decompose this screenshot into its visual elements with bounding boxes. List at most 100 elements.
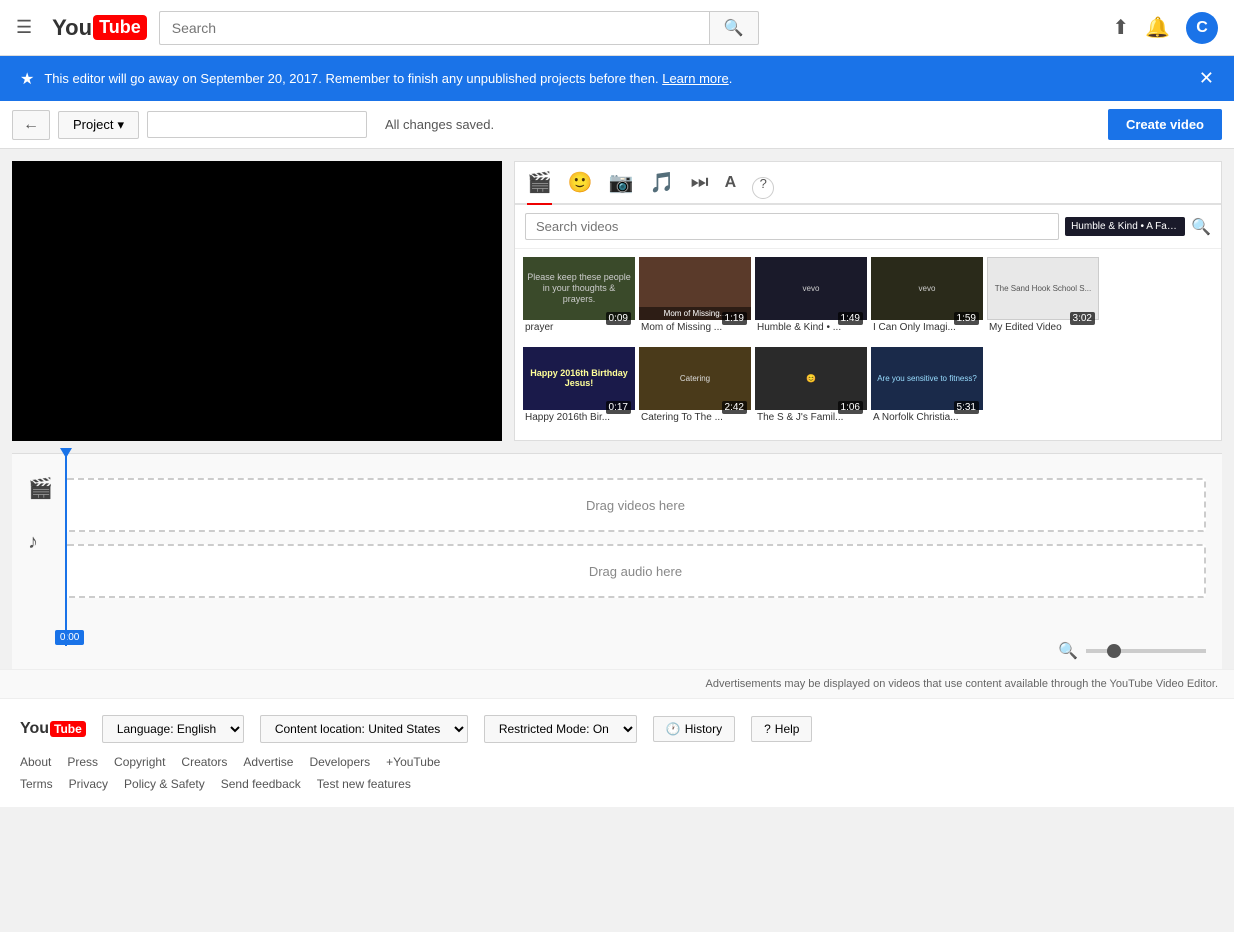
- footer-link-test-features[interactable]: Test new features: [317, 777, 411, 791]
- editor-banner: ★ This editor will go away on September …: [0, 56, 1234, 101]
- panel-tabs: 🎬 🙂 📷 🎵 ⏭ A ?: [515, 162, 1221, 205]
- editor-toolbar: ← Project ▾ All changes saved. Create vi…: [0, 101, 1234, 149]
- content-location-select[interactable]: Content location: United States: [260, 715, 468, 743]
- footer-logo[interactable]: YouTube: [20, 720, 86, 738]
- video-search-input[interactable]: [525, 213, 1059, 240]
- panel-search-button[interactable]: 🔍: [1191, 217, 1211, 237]
- panel-search-row: Humble & Kind • A Father's Day Special 🔍: [515, 205, 1221, 249]
- video-duration: 1:19: [722, 312, 747, 325]
- upload-icon[interactable]: ⬆: [1112, 15, 1129, 40]
- videos-grid: Please keep these people in your thought…: [515, 249, 1221, 440]
- cursor-head: [60, 448, 72, 458]
- footer-link-advertise[interactable]: Advertise: [243, 755, 293, 769]
- footer-link-terms[interactable]: Terms: [20, 777, 53, 791]
- tab-text[interactable]: A: [725, 174, 737, 202]
- video-duration: 0:17: [606, 401, 631, 414]
- timeline-tracks: Drag videos here Drag audio here 0:00: [65, 466, 1206, 621]
- video-duration: 1:49: [838, 312, 863, 325]
- footer-link-youtube-plus[interactable]: +YouTube: [386, 755, 440, 769]
- video-duration: 0:09: [606, 312, 631, 325]
- video-thumb-mom[interactable]: Mom of Missing... 1:19 Mom of Missing ..…: [639, 257, 751, 343]
- video-thumb-prayer[interactable]: Please keep these people in your thought…: [523, 257, 635, 343]
- media-panel: 🎬 🙂 📷 🎵 ⏭ A ? Humble & Kind • A Father's…: [514, 161, 1222, 441]
- ad-text: Advertisements may be displayed on video…: [0, 669, 1234, 698]
- tab-transition[interactable]: ⏭: [691, 171, 709, 204]
- video-duration: 3:02: [1070, 312, 1095, 325]
- footer-link-about[interactable]: About: [20, 755, 51, 769]
- header: ☰ YouTube 🔍 ⬆ 🔔 C: [0, 0, 1234, 56]
- header-right: ⬆ 🔔 C: [1112, 12, 1218, 44]
- video-thumb-sj[interactable]: 😊 1:06 The S & J's Famil...: [755, 347, 867, 433]
- zoom-slider[interactable]: [1086, 649, 1206, 653]
- video-preview: [12, 161, 502, 441]
- search-bar: 🔍: [159, 11, 759, 45]
- video-duration: 5:31: [954, 401, 979, 414]
- help-icon: ?: [764, 722, 771, 736]
- tab-help[interactable]: ?: [752, 177, 774, 199]
- footer-link-press[interactable]: Press: [67, 755, 98, 769]
- featured-video-label: Humble & Kind • A Father's Day Special: [1065, 217, 1185, 236]
- search-input[interactable]: [159, 11, 709, 45]
- timeline-cursor: [65, 456, 67, 646]
- zoom-icon: 🔍: [1058, 641, 1078, 661]
- footer-link-creators[interactable]: Creators: [181, 755, 227, 769]
- footer-links: About Press Copyright Creators Advertise…: [20, 755, 1214, 769]
- video-thumb-catering[interactable]: Catering 2:42 Catering To The ...: [639, 347, 751, 433]
- youtube-logo[interactable]: YouTube: [52, 15, 147, 41]
- drag-videos-label: Drag videos here: [586, 498, 685, 513]
- bell-icon[interactable]: 🔔: [1145, 15, 1170, 40]
- video-track-icon: 🎬: [28, 476, 53, 501]
- close-banner-button[interactable]: ✕: [1199, 68, 1214, 89]
- video-track[interactable]: Drag videos here: [65, 478, 1206, 532]
- banner-text: This editor will go away on September 20…: [44, 71, 1189, 86]
- video-thumb-happy[interactable]: Happy 2016th Birthday Jesus! 0:17 Happy …: [523, 347, 635, 433]
- project-name-input[interactable]: [147, 111, 367, 138]
- logo-tube: Tube: [93, 15, 147, 40]
- tab-photo[interactable]: 📷: [609, 170, 634, 205]
- video-thumb-norfolk[interactable]: Are you sensitive to fitness? 5:31 A Nor…: [871, 347, 983, 433]
- create-video-button[interactable]: Create video: [1108, 109, 1222, 140]
- tab-music[interactable]: 🎵: [650, 170, 675, 205]
- project-dropdown-button[interactable]: Project ▾: [58, 111, 139, 139]
- footer-logo-you: You: [20, 720, 49, 738]
- video-thumb-imagine[interactable]: vevo 1:59 I Can Only Imagi...: [871, 257, 983, 343]
- audio-track[interactable]: Drag audio here: [65, 544, 1206, 598]
- language-select[interactable]: Language: English: [102, 715, 244, 743]
- video-thumb-myedited[interactable]: The Sand Hook School S... 3:02 My Edited…: [987, 257, 1099, 343]
- footer-bottom-links: Terms Privacy Policy & Safety Send feedb…: [20, 777, 1214, 791]
- audio-track-icon: ♪: [28, 531, 53, 554]
- learn-more-link[interactable]: Learn more: [662, 71, 728, 86]
- footer-link-policy-safety[interactable]: Policy & Safety: [124, 777, 205, 791]
- cursor-time: 0:00: [55, 630, 84, 645]
- timeline-area: 🎬 ♪ Drag videos here Drag audio here 0:0…: [12, 453, 1222, 633]
- restricted-mode-select[interactable]: Restricted Mode: On: [484, 715, 637, 743]
- tab-emoji[interactable]: 🙂: [568, 170, 593, 205]
- footer-logo-tube: Tube: [50, 721, 86, 737]
- video-duration: 1:06: [838, 401, 863, 414]
- editor-main: 🎬 🙂 📷 🎵 ⏭ A ? Humble & Kind • A Father's…: [0, 149, 1234, 453]
- star-icon: ★: [20, 69, 34, 89]
- footer: YouTube Language: English Content locati…: [0, 698, 1234, 807]
- logo-you: You: [52, 15, 92, 41]
- back-button[interactable]: ←: [12, 110, 50, 140]
- saved-status: All changes saved.: [385, 117, 1100, 132]
- search-button[interactable]: 🔍: [709, 11, 759, 45]
- help-button[interactable]: ? Help: [751, 716, 812, 742]
- tab-video[interactable]: 🎬: [527, 170, 552, 205]
- history-button[interactable]: 🕐 History: [653, 716, 735, 742]
- video-duration: 1:59: [954, 312, 979, 325]
- video-duration: 2:42: [722, 401, 747, 414]
- menu-icon[interactable]: ☰: [16, 17, 32, 38]
- footer-link-copyright[interactable]: Copyright: [114, 755, 165, 769]
- footer-link-developers[interactable]: Developers: [309, 755, 370, 769]
- video-thumb-humble[interactable]: vevo 1:49 Humble & Kind • ...: [755, 257, 867, 343]
- avatar[interactable]: C: [1186, 12, 1218, 44]
- footer-link-send-feedback[interactable]: Send feedback: [221, 777, 301, 791]
- footer-top: YouTube Language: English Content locati…: [20, 715, 1214, 743]
- timeline-bottom: 🔍: [12, 633, 1222, 669]
- footer-link-privacy[interactable]: Privacy: [69, 777, 108, 791]
- timeline-container: 🎬 ♪ Drag videos here Drag audio here 0:0…: [0, 453, 1234, 669]
- history-icon: 🕐: [666, 722, 681, 736]
- drag-audio-label: Drag audio here: [589, 564, 682, 579]
- timeline-icons: 🎬 ♪: [28, 466, 53, 621]
